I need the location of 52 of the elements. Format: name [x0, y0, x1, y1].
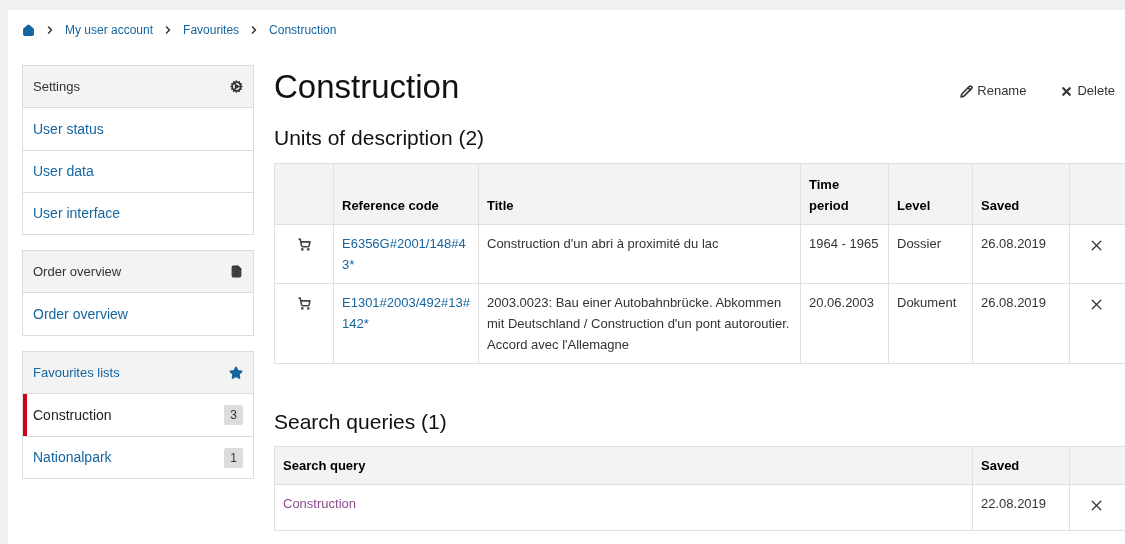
panel-title: Order overview — [33, 262, 122, 281]
sidebar-item[interactable]: Order overview — [23, 293, 253, 335]
table-cell: 20.06.2003 — [800, 283, 889, 363]
delete-button[interactable]: Delete — [1060, 81, 1115, 101]
table-cell: Construction d'un abri à proximité du lac — [478, 224, 801, 283]
column-header: Level — [888, 163, 973, 224]
table-cell: 22.08.2019 — [972, 484, 1070, 531]
sidebar-item[interactable]: Nationalpark 1 — [23, 436, 253, 478]
close-icon — [1060, 84, 1074, 98]
item-label: User interface — [33, 204, 121, 223]
sidebar-item[interactable]: User interface — [23, 192, 253, 234]
count-badge: 1 — [224, 447, 243, 468]
rename-button[interactable]: Rename — [960, 81, 1027, 101]
breadcrumb-link[interactable]: My user account — [65, 21, 154, 39]
column-header: Time period — [800, 163, 889, 224]
column-header: Title — [478, 163, 801, 224]
document-icon — [230, 265, 243, 278]
reference-link[interactable]: E1301#2003/492#13#142* — [333, 283, 479, 363]
item-label: Construction — [33, 405, 112, 425]
sidebar-item[interactable]: User data — [23, 150, 253, 192]
item-label: Nationalpark — [33, 448, 112, 467]
column-header: Search query — [274, 446, 973, 485]
table-cell: 2003.0023: Bau einer Autobahnbrücke. Abkommen mit Deutschland / Construction d'un pont autoroutier. Accord avec l'Allemagne — [478, 283, 801, 363]
reference-link[interactable]: E6356G#2001/148#43* — [333, 224, 479, 283]
section-heading: Search queries (1) — [274, 408, 448, 435]
item-label: Order overview — [33, 304, 128, 324]
home-icon[interactable] — [22, 23, 35, 37]
query-link[interactable]: Construction — [274, 484, 973, 531]
column-header: Reference code — [333, 163, 479, 224]
table-cell: 26.08.2019 — [972, 283, 1070, 363]
sidebar-item[interactable]: Construction 3 — [23, 394, 253, 436]
page-title: Construction — [274, 69, 460, 103]
breadcrumb-link[interactable]: Construction — [269, 21, 337, 39]
pencil-icon — [960, 84, 974, 98]
table-cell: Dossier — [888, 224, 973, 283]
gear-icon — [230, 80, 243, 93]
panel-title: Settings — [33, 77, 80, 96]
table-cell: Dokument — [888, 283, 973, 363]
count-badge: 3 — [224, 405, 243, 425]
table-cell: 1964 - 1965 — [800, 224, 889, 283]
cart-icon[interactable] — [297, 237, 311, 251]
column-header: Saved — [972, 446, 1070, 485]
section-heading: Units of description (2) — [274, 125, 486, 151]
sidebar-item[interactable]: User status — [23, 108, 253, 150]
table-cell: 26.08.2019 — [972, 224, 1070, 283]
column-header: Saved — [972, 163, 1070, 224]
item-label: User data — [33, 162, 94, 181]
cart-icon[interactable] — [297, 296, 311, 310]
item-label: User status — [33, 119, 104, 139]
star-icon — [229, 365, 243, 380]
breadcrumb-link[interactable]: Favourites — [183, 21, 240, 39]
panel-title[interactable]: Favourites lists — [33, 362, 120, 383]
